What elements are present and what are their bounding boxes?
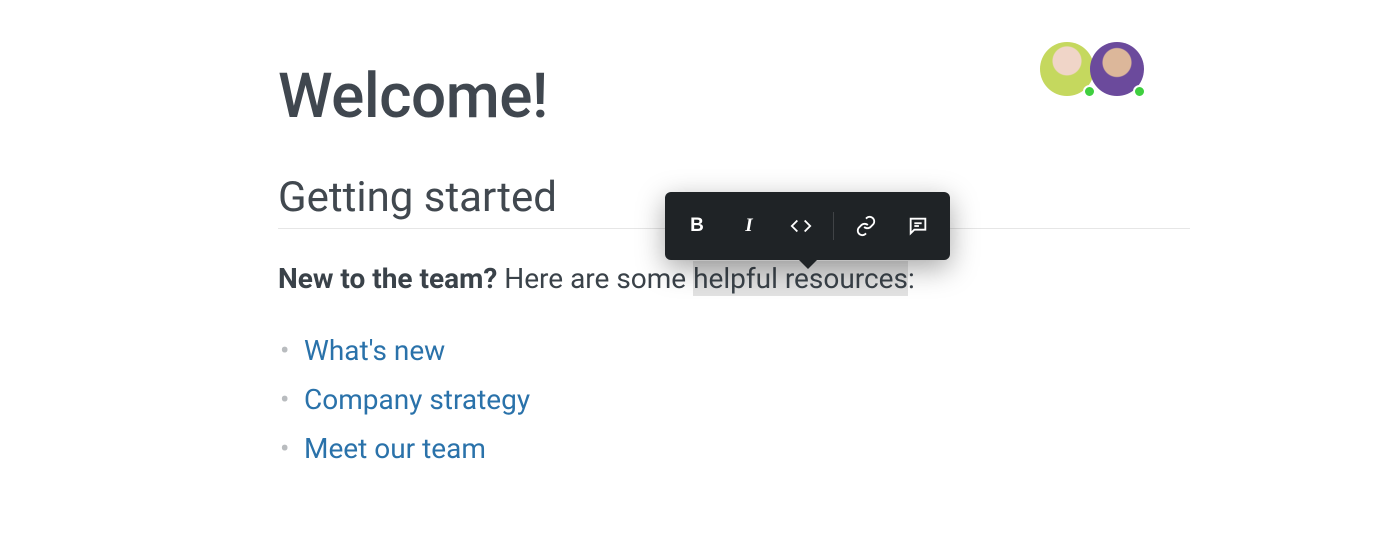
resource-link[interactable]: Meet our team xyxy=(304,432,486,465)
resource-list: What's new Company strategy Meet our tea… xyxy=(278,326,1190,473)
bold-button[interactable]: B xyxy=(673,206,721,246)
list-item: What's new xyxy=(304,326,1190,375)
formatting-toolbar: B I xyxy=(665,192,950,260)
link-button[interactable] xyxy=(842,206,890,246)
comment-button[interactable] xyxy=(894,206,942,246)
list-item: Company strategy xyxy=(304,375,1190,424)
code-button[interactable] xyxy=(777,206,825,246)
document-body[interactable]: Welcome! Getting started New to the team… xyxy=(278,60,1190,473)
link-icon xyxy=(855,215,877,237)
toolbar-separator xyxy=(833,212,834,240)
italic-button[interactable]: I xyxy=(725,206,773,246)
resource-link[interactable]: What's new xyxy=(304,334,445,367)
intro-bold: New to the team? xyxy=(278,262,497,295)
comment-icon xyxy=(907,215,929,237)
page-title[interactable]: Welcome! xyxy=(278,60,1190,133)
list-item: Meet our team xyxy=(304,424,1190,473)
intro-paragraph[interactable]: New to the team? Here are some helpful r… xyxy=(278,259,1190,298)
code-icon xyxy=(790,215,812,237)
resource-link[interactable]: Company strategy xyxy=(304,383,530,416)
intro-text-before: Here are some xyxy=(497,262,693,295)
intro-text-after: : xyxy=(908,262,915,295)
